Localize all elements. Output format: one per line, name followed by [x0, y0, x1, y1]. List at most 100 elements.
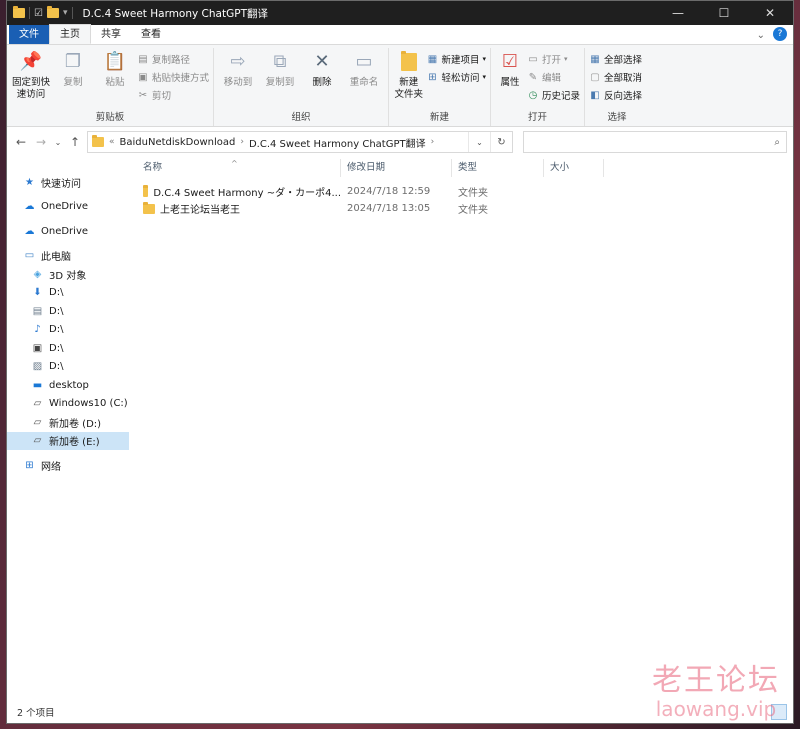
chevron-right-icon[interactable]: ›: [431, 137, 435, 147]
file-type: 文件夹: [458, 188, 488, 199]
rename-icon: ▭: [355, 51, 373, 72]
nav-quick-access[interactable]: ★ 快速访问: [7, 173, 129, 192]
nav-pictures[interactable]: ▨ D:\: [7, 358, 129, 377]
file-modified: 2024/7/18 13:05: [347, 203, 431, 214]
column-header-name[interactable]: 名称: [137, 159, 341, 177]
nav-documents[interactable]: ▤ D:\: [7, 302, 129, 321]
nav-desktop[interactable]: ▬ desktop: [7, 376, 129, 395]
close-button[interactable]: ✕: [747, 1, 793, 25]
copy-to-button[interactable]: ⧉ 复制到: [260, 48, 300, 110]
breadcrumb-current[interactable]: D.C.4 Sweet Harmony ChatGPT翻译: [249, 135, 426, 150]
copy-to-icon: ⧉: [273, 51, 287, 72]
nav-downloads[interactable]: ⬇ D:\: [7, 284, 129, 303]
back-icon[interactable]: ←: [13, 135, 29, 149]
paste-button[interactable]: 📋 粘贴: [95, 48, 135, 110]
search-input[interactable]: ⌕: [523, 131, 787, 153]
clipboard-group-label: 剪贴板: [95, 112, 125, 123]
details-view-icon[interactable]: [753, 704, 769, 720]
edit-button[interactable]: ✎ 编辑: [527, 69, 580, 85]
sort-ascending-icon: ^: [231, 159, 238, 168]
chevron-down-icon: ▾: [564, 55, 568, 63]
move-to-button[interactable]: ⇨ 移动到: [218, 48, 258, 110]
clipboard-group: 📌 固定到快 速访问 ❐ 复制 📋 粘贴 ▤ 复制路径 ▣ 粘贴快捷方式 ✂ 剪…: [7, 48, 215, 126]
nav-drive-d[interactable]: ▱ 新加卷 (D:): [7, 413, 129, 432]
new-item-icon: ▦: [427, 53, 438, 65]
picture-icon: ▨: [32, 361, 43, 373]
tab-view[interactable]: 查看: [131, 25, 171, 44]
computer-icon: ▭: [24, 250, 35, 262]
copy-path-button[interactable]: ▤ 复制路径: [137, 51, 209, 67]
cloud-icon: ☁: [24, 201, 35, 213]
up-icon[interactable]: ↑: [67, 135, 83, 149]
folder-icon: [143, 184, 149, 197]
recent-chevron-icon[interactable]: ⌄: [53, 138, 63, 147]
cloud-icon: ☁: [24, 225, 35, 237]
nav-onedrive-2[interactable]: ☁ OneDrive: [7, 222, 129, 241]
new-folder-button[interactable]: 新建 文件夹: [393, 48, 424, 110]
star-icon: ★: [25, 176, 34, 188]
tab-home[interactable]: 主页: [49, 24, 91, 44]
delete-button[interactable]: ✕ 删除: [302, 48, 342, 110]
select-all-button[interactable]: ▦ 全部选择: [589, 51, 642, 67]
new-group: 新建 文件夹 ▦ 新建项目 ▾ ⊞ 轻松访问 ▾ 新建: [389, 48, 492, 126]
item-count: 2 个项目: [17, 708, 55, 719]
tab-file[interactable]: 文件: [9, 25, 49, 44]
nav-drive-e[interactable]: ▱ 新加卷 (E:): [7, 431, 129, 450]
forward-icon[interactable]: →: [33, 135, 49, 149]
file-row[interactable]: D.C.4 Sweet Harmony ~ダ・カーポ4... 2024/7/18…: [137, 183, 793, 200]
column-header-type[interactable]: 类型: [452, 159, 544, 177]
explorer-window: ☑ ▾ D.C.4 Sweet Harmony ChatGPT翻译 — ☐ ✕ …: [6, 0, 794, 724]
new-folder-icon: [397, 50, 421, 74]
ribbon: 📌 固定到快 速访问 ❐ 复制 📋 粘贴 ▤ 复制路径 ▣ 粘贴快捷方式 ✂ 剪…: [7, 45, 793, 127]
network-icon: ⊞: [25, 459, 34, 471]
paste-shortcut-button[interactable]: ▣ 粘贴快捷方式: [137, 69, 209, 85]
organize-group-label: 组织: [291, 112, 311, 123]
nav-videos[interactable]: ▣ D:\: [7, 339, 129, 358]
help-icon[interactable]: ?: [773, 27, 787, 41]
breadcrumb-baidu[interactable]: BaiduNetdiskDownload: [120, 137, 236, 148]
pin-quick-access-button[interactable]: 📌 固定到快 速访问: [11, 48, 51, 110]
open-icon: ▭: [528, 53, 538, 65]
easy-access-button[interactable]: ⊞ 轻松访问 ▾: [426, 69, 486, 85]
new-folder-icon[interactable]: [46, 6, 59, 18]
paste-icon: 📋: [103, 51, 127, 72]
file-list: ^ 名称 修改日期 类型 大小 D.C.4 Sweet Harmony ~ダ・カ…: [129, 157, 793, 701]
nav-onedrive[interactable]: ☁ OneDrive: [7, 198, 129, 217]
tab-share[interactable]: 共享: [91, 25, 131, 44]
select-none-button[interactable]: ▢ 全部取消: [589, 69, 642, 85]
copy-icon: ❐: [64, 51, 82, 72]
maximize-button[interactable]: ☐: [701, 1, 747, 25]
column-header-size[interactable]: 大小: [544, 159, 604, 177]
copy-path-icon: ▤: [138, 53, 148, 65]
pin-icon: 📌: [19, 51, 43, 72]
copy-button[interactable]: ❐ 复制: [53, 48, 93, 110]
nav-music[interactable]: ♪ D:\: [7, 321, 129, 340]
nav-this-pc[interactable]: ▭ 此电脑: [7, 247, 129, 266]
properties-icon[interactable]: ☑: [34, 8, 43, 19]
file-row[interactable]: 上老王论坛当老王 2024/7/18 13:05 文件夹: [137, 200, 793, 217]
address-bar[interactable]: « BaiduNetdiskDownload › D.C.4 Sweet Har…: [87, 131, 513, 153]
expand-ribbon-icon[interactable]: ⌄: [751, 30, 771, 44]
customize-toolbar-icon[interactable]: ▾: [63, 8, 68, 18]
history-button[interactable]: ◷ 历史记录: [527, 87, 580, 103]
folder-icon: [143, 201, 155, 214]
nav-network[interactable]: ⊞ 网络: [7, 456, 129, 475]
nav-drive-c[interactable]: ▱ Windows10 (C:): [7, 395, 129, 414]
column-header-modified[interactable]: 修改日期: [341, 159, 452, 177]
minimize-button[interactable]: —: [655, 1, 701, 25]
cut-button[interactable]: ✂ 剪切: [137, 87, 209, 103]
refresh-icon[interactable]: ↻: [490, 132, 512, 152]
rename-button[interactable]: ▭ 重命名: [344, 48, 384, 110]
search-icon: ⌕: [774, 136, 780, 148]
open-button[interactable]: ▭ 打开 ▾: [527, 51, 580, 67]
new-item-button[interactable]: ▦ 新建项目 ▾: [426, 51, 486, 67]
large-icons-view-icon[interactable]: [771, 704, 787, 720]
main-area: ★ 快速访问 ☁ OneDrive ☁ OneDrive ▭ 此电脑 ◈ 3D …: [7, 157, 793, 701]
properties-button[interactable]: ☑ 属性: [495, 48, 525, 110]
invert-selection-button[interactable]: ◧ 反向选择: [589, 87, 642, 103]
history-dropdown-icon[interactable]: ⌄: [468, 132, 490, 152]
folder-icon: [13, 6, 25, 18]
address-prefix[interactable]: «: [109, 137, 115, 147]
nav-3d-objects[interactable]: ◈ 3D 对象: [7, 265, 129, 284]
chevron-right-icon[interactable]: ›: [240, 137, 244, 147]
